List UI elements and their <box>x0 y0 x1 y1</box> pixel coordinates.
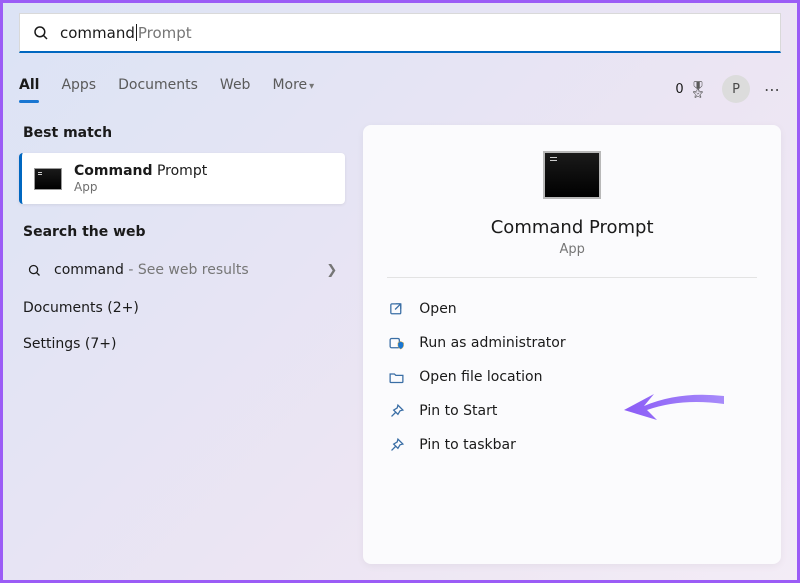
shield-icon <box>387 334 405 352</box>
search-ghost-text: Prompt <box>138 24 192 42</box>
divider <box>387 277 757 278</box>
pin-icon <box>387 402 405 420</box>
best-match-label: Best match <box>23 125 345 141</box>
action-list: Open Run as administrator Open file loca… <box>387 292 757 462</box>
rewards-points[interactable]: 0 🎖 <box>675 80 708 99</box>
open-icon <box>387 300 405 318</box>
preview-type: App <box>387 242 757 257</box>
chevron-down-icon: ▾ <box>309 81 314 92</box>
search-bar[interactable]: command Prompt <box>19 13 781 53</box>
result-subtitle: App <box>74 180 207 194</box>
results-pane: Best match Command Prompt App Search the… <box>19 125 345 564</box>
tab-web[interactable]: Web <box>220 77 251 101</box>
tab-apps[interactable]: Apps <box>61 77 96 101</box>
header-right-controls: 0 🎖 P ⋯ <box>675 75 781 103</box>
chevron-right-icon: ❯ <box>326 263 337 278</box>
text-cursor <box>136 24 137 41</box>
action-open-file-location[interactable]: Open file location <box>387 360 757 394</box>
search-icon <box>27 263 42 278</box>
search-typed-text: command <box>60 24 135 42</box>
result-title: Command Prompt <box>74 163 207 179</box>
action-pin-to-taskbar[interactable]: Pin to taskbar <box>387 428 757 462</box>
more-options-button[interactable]: ⋯ <box>764 80 781 99</box>
search-web-label: Search the web <box>23 224 345 240</box>
preview-pane: Command Prompt App Open Run as administr… <box>363 125 781 564</box>
category-settings[interactable]: Settings (7+) <box>19 324 345 360</box>
search-input[interactable]: command Prompt <box>60 24 192 42</box>
search-icon <box>32 24 50 42</box>
filter-tabs: All Apps Documents Web More▾ <box>19 77 314 101</box>
tab-more[interactable]: More▾ <box>272 77 314 101</box>
action-run-as-admin[interactable]: Run as administrator <box>387 326 757 360</box>
tab-all[interactable]: All <box>19 77 39 101</box>
avatar[interactable]: P <box>722 75 750 103</box>
medal-icon: 🎖 <box>688 80 708 99</box>
web-result-text: command - See web results <box>54 262 326 278</box>
app-large-icon <box>543 151 601 199</box>
action-pin-to-start[interactable]: Pin to Start <box>387 394 757 428</box>
action-open[interactable]: Open <box>387 292 757 326</box>
folder-icon <box>387 368 405 386</box>
command-prompt-icon <box>34 168 62 190</box>
best-match-result[interactable]: Command Prompt App <box>19 153 345 204</box>
web-search-result[interactable]: command - See web results ❯ <box>19 252 345 288</box>
tabs-row: All Apps Documents Web More▾ 0 🎖 P ⋯ <box>19 75 781 103</box>
pin-icon <box>387 436 405 454</box>
tab-documents[interactable]: Documents <box>118 77 198 101</box>
category-documents[interactable]: Documents (2+) <box>19 288 345 324</box>
preview-title: Command Prompt <box>387 217 757 238</box>
